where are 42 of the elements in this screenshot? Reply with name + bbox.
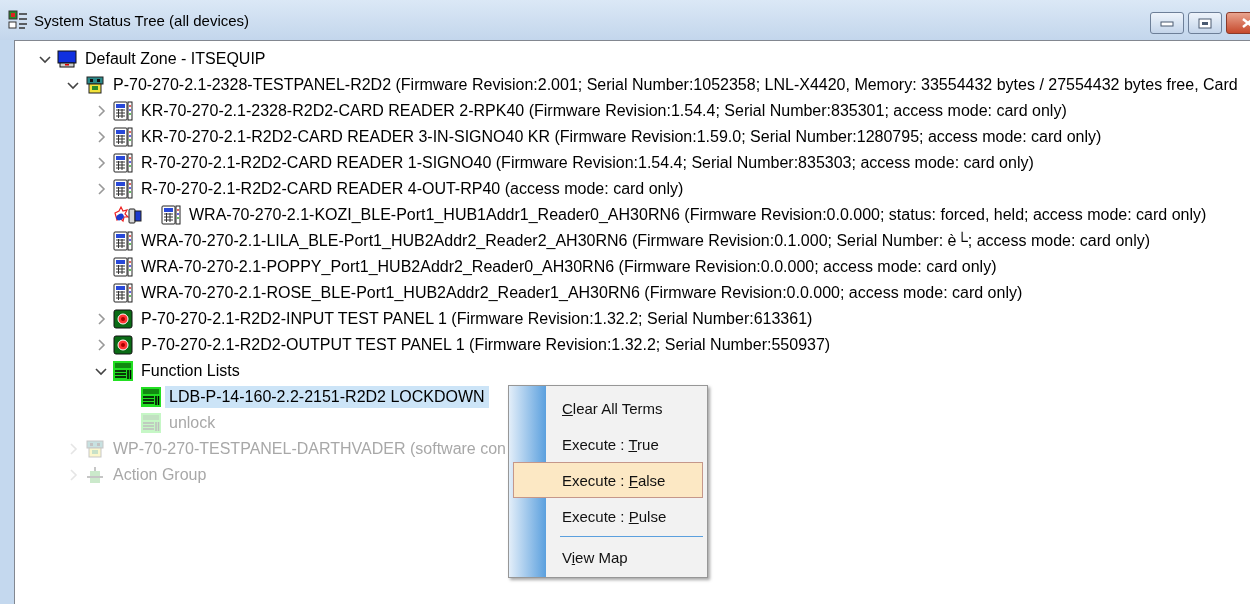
maximize-button[interactable]: [1188, 12, 1222, 34]
tree-item[interactable]: P-70-270-2.1-R2D2-INPUT TEST PANEL 1 (Firmware Revision:1.32.2; Serial Number:613361): [137, 308, 817, 330]
tree-item[interactable]: LDB-P-14-160-2.2-2151-R2D2 LOCKDOWN: [165, 386, 489, 408]
menu-item[interactable]: Clear All Terms: [513, 390, 703, 426]
card-reader-icon: [113, 179, 133, 199]
maximize-icon: [1198, 17, 1212, 29]
function-list-icon: [141, 413, 161, 433]
tree-item[interactable]: WRA-70-270-2.1-POPPY_Port1_HUB2Addr2_Reader0_AH30RN6 (Firmware Revision:0.0.000; access mode: card only): [137, 256, 1001, 278]
card-reader-icon: [113, 257, 133, 277]
tree-item[interactable]: P-70-270-2.1-R2D2-OUTPUT TEST PANEL 1 (Firmware Revision:1.32.2; Serial Number:550937): [137, 334, 835, 356]
menu-item[interactable]: Execute : Pulse: [513, 498, 703, 534]
menu-item[interactable]: Execute : False: [513, 462, 703, 498]
tree-item[interactable]: KR-70-270-2.1-R2D2-CARD READER 3-IN-SIGNO40 KR (Firmware Revision:1.59.0; Serial Number:1280795; access mode: card only): [137, 126, 1106, 148]
tree-item[interactable]: P-70-270-2.1-2328-TESTPANEL-R2D2 (Firmware Revision:2.001; Serial Number:1052358; LNL-X4420, Memory: 33554432 bytes / 27554432 bytes free, Card: [109, 74, 1242, 96]
tree-item[interactable]: R-70-270-2.1-R2D2-CARD READER 1-SIGNO40 (Firmware Revision:1.54.4; Serial Number:835303; access mode: card only): [137, 152, 1038, 174]
menu-item[interactable]: Execute : True: [513, 426, 703, 462]
tree-item[interactable]: Function Lists: [137, 360, 244, 382]
tree-item[interactable]: R-70-270-2.1-R2D2-CARD READER 4-OUT-RP40 (access mode: card only): [137, 178, 688, 200]
tree-item[interactable]: WRA-70-270-2.1-KOZI_BLE-Port1_HUB1Addr1_Reader0_AH30RN6 (Firmware Revision:0.0.000; status: forced, held; access mode: card only): [185, 204, 1211, 226]
card-reader-icon: [113, 101, 133, 121]
function-list-icon: [141, 387, 161, 407]
card-reader-icon: [113, 231, 133, 251]
panel-icon: [85, 75, 105, 95]
tree-item[interactable]: KR-70-270-2.1-2328-R2D2-CARD READER 2-RPK40 (Firmware Revision:1.54.4; Serial Number:835301; access mode: card only): [137, 100, 1071, 122]
io-panel-icon: [113, 309, 133, 329]
tree-item[interactable]: WRA-70-270-2.1-LILA_BLE-Port1_HUB2Addr2_Reader2_AH30RN6 (Firmware Revision:0.1.000; Serial Number: è└; access mode: card only): [137, 230, 1155, 252]
action-group-icon: [85, 465, 105, 485]
minimize-icon: [1160, 18, 1174, 28]
computer-icon: [57, 49, 77, 69]
card-reader-icon: [113, 127, 133, 147]
function-list-icon: [113, 361, 133, 381]
tree-item[interactable]: WRA-70-270-2.1-ROSE_BLE-Port1_HUB2Addr2_Reader1_AH30RN6 (Firmware Revision:0.0.000; access mode: card only): [137, 282, 1027, 304]
menu-item[interactable]: View Map: [513, 539, 703, 575]
app-icon: [8, 10, 28, 30]
card-reader-icon: [113, 153, 133, 173]
window-title: System Status Tree (all devices): [34, 11, 250, 29]
card-reader-icon: [161, 205, 181, 225]
io-panel-icon: [113, 335, 133, 355]
minimize-button[interactable]: [1150, 12, 1184, 34]
tree-item[interactable]: Default Zone - ITSEQUIP: [81, 48, 270, 70]
panel-icon: [85, 439, 105, 459]
card-reader-icon: [113, 283, 133, 303]
